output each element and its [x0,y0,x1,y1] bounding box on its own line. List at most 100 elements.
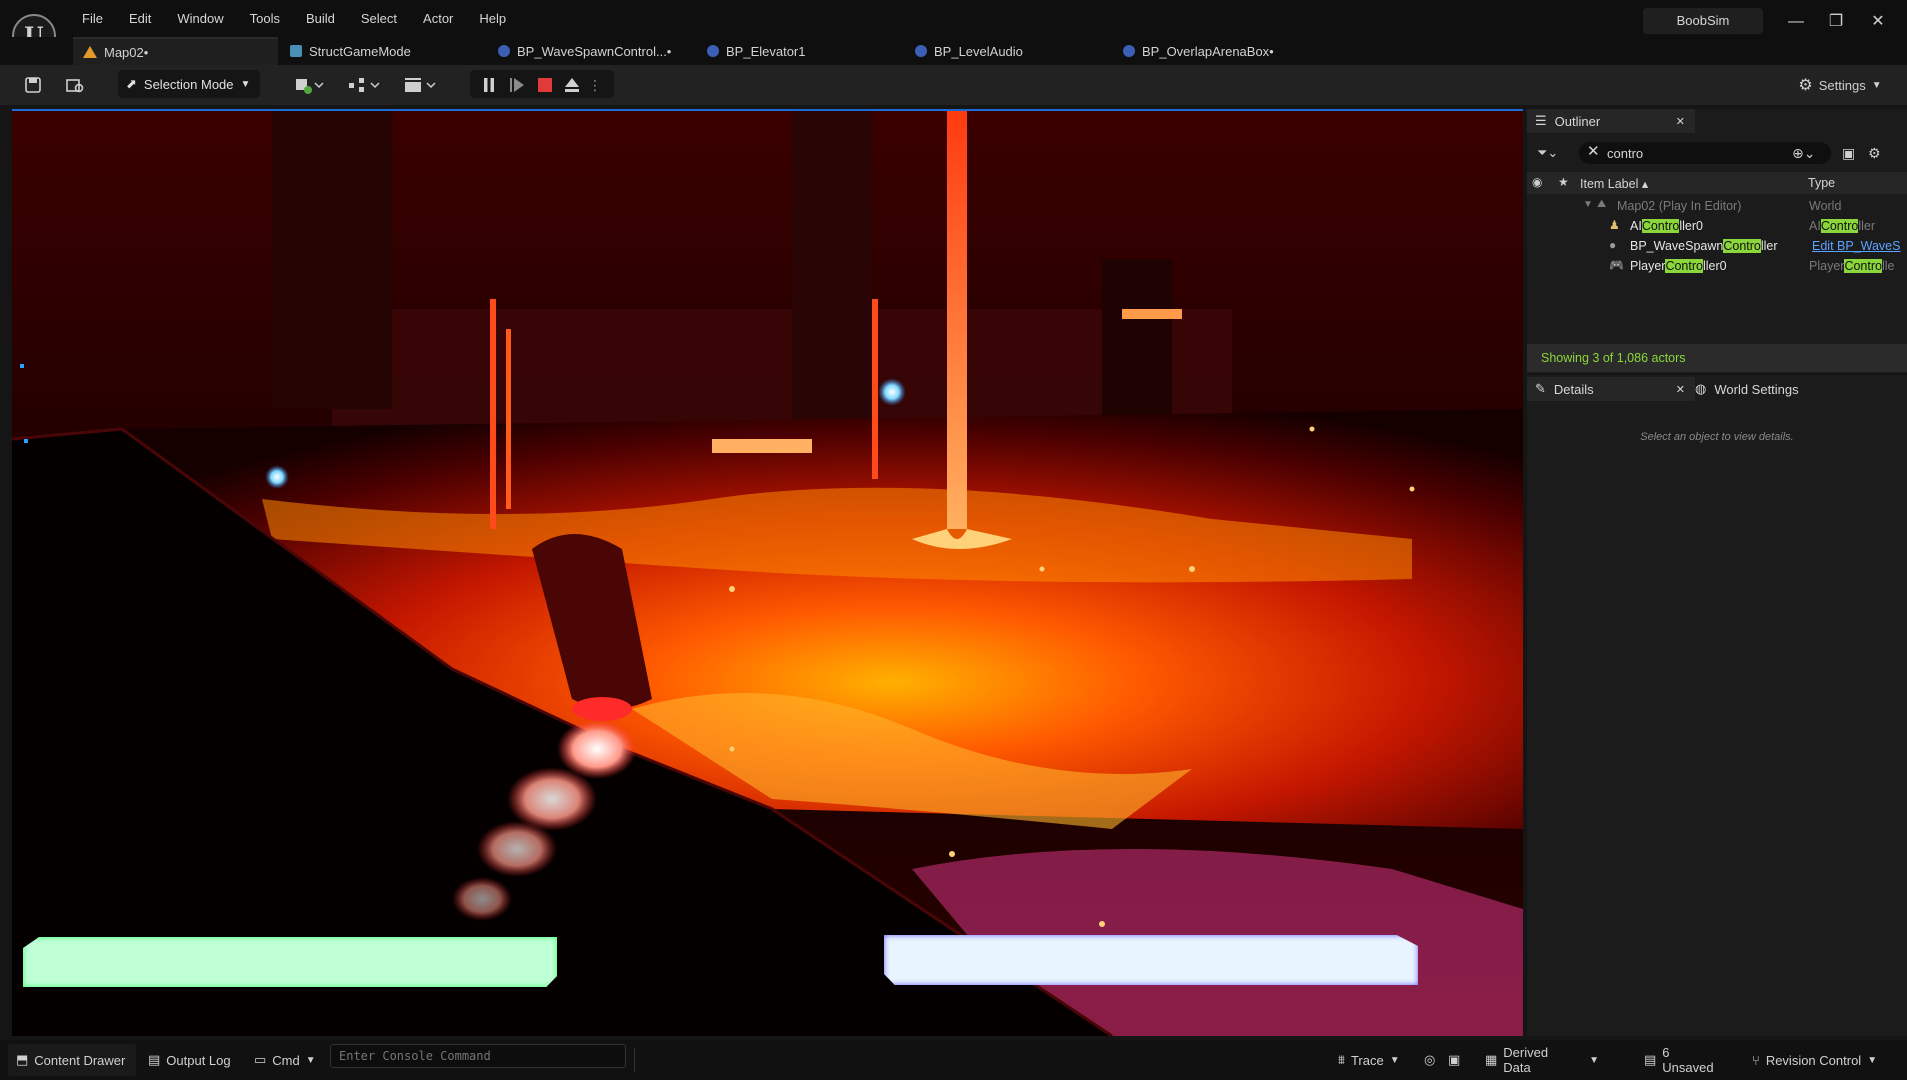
outliner-status-text: Showing 3 of 1,086 actors [1527,344,1907,372]
settings-button[interactable]: ⚙ Settings ▼ [1792,72,1888,98]
type-pre: AI [1809,219,1821,233]
output-log-label: Output Log [166,1052,231,1068]
branch-icon: ⑂ [1752,1052,1760,1068]
label-pre: AI [1630,219,1642,233]
stop-icon[interactable] [534,72,556,98]
trace-dropdown[interactable]: ⩩ Trace ▼ [1330,1044,1414,1076]
menu-actor[interactable]: Actor [415,8,461,29]
console-command-input[interactable] [330,1044,626,1068]
blueprint-icon [915,45,927,57]
save-icon[interactable] [20,72,46,98]
list-icon: ☰ [1535,113,1547,128]
clear-search-icon[interactable]: ✕ [1587,142,1600,160]
edit-blueprint-link[interactable]: Edit BP_WaveS [1812,239,1904,253]
cursor-icon: ⬈ [126,76,137,91]
content-drawer-label: Content Drawer [34,1052,126,1068]
label-pre: BP_WaveSpawn [1630,239,1724,253]
item-label: AIController0 [1630,219,1703,233]
tab-map02[interactable]: Map02• [73,37,278,65]
outliner-tab-label: Outliner [1554,113,1601,129]
tab-bp-elevator1[interactable]: BP_Elevator1 [697,37,902,65]
content-drawer-button[interactable]: ⬒ Content Drawer [8,1044,136,1076]
actor-icon: ● [1609,238,1617,252]
selection-mode-dropdown[interactable]: ⬈ Selection Mode ▼ [118,70,260,98]
tab-bp-overlaparenabox[interactable]: BP_OverlapArenaBox• [1113,37,1318,65]
gamepad-icon: 🎮 [1609,258,1624,272]
chevron-down-icon: ▼ [305,1054,316,1066]
record-icon[interactable]: ◎ [1416,1044,1442,1076]
tab-world-settings[interactable]: ◍ World Settings [1687,377,1845,401]
item-type: AIController [1809,219,1875,233]
add-actor-button[interactable] [290,72,328,98]
cmd-dropdown[interactable]: ▭ Cmd ▼ [246,1044,322,1076]
expand-arrow-icon[interactable]: ▼ [1583,199,1593,210]
column-label-text: Item Label [1580,177,1639,191]
advance-frame-icon[interactable] [506,72,528,98]
gear-icon[interactable]: ⚙ [1868,142,1888,164]
tab-outliner[interactable]: ☰ Outliner ✕ [1527,109,1695,133]
new-folder-icon[interactable]: ▣ [1842,142,1862,164]
browse-content-icon[interactable] [62,72,88,98]
revision-control-dropdown[interactable]: ⑂ Revision Control ▼ [1744,1044,1894,1076]
close-icon[interactable]: ✕ [1676,115,1685,128]
tab-details[interactable]: ✎ Details ✕ [1527,377,1695,401]
eject-icon[interactable] [561,72,583,98]
menu-build[interactable]: Build [298,8,343,29]
tab-bp-wavespawncontroller[interactable]: BP_WaveSpawnControl...• [488,37,693,65]
item-label: BP_WaveSpawnController [1630,239,1778,253]
close-icon[interactable]: ✕ [1676,383,1685,396]
log-icon: ▤ [148,1052,161,1067]
menu-tools[interactable]: Tools [242,8,288,29]
drawer-icon: ⬒ [16,1052,29,1067]
visibility-eye-icon[interactable]: ◉ [1532,175,1542,189]
lava-scene [12,109,1523,1036]
close-window-button[interactable]: ✕ [1858,8,1898,36]
filter-icon[interactable]: ⏷⌄ [1537,142,1571,164]
details-empty-message: Select an object to view details. [1640,431,1794,443]
minimize-button[interactable]: — [1776,8,1816,36]
column-item-label[interactable]: Item Label ▴ [1580,176,1648,191]
derived-data-dropdown[interactable]: ▦ Derived Data ▼ [1477,1044,1607,1076]
menu-help[interactable]: Help [471,8,514,29]
output-log-button[interactable]: ▤ Output Log [140,1044,240,1076]
level-viewport[interactable] [12,109,1523,1036]
star-icon[interactable]: ★ [1558,175,1569,189]
menu-file[interactable]: File [74,8,111,29]
tab-structgamemode[interactable]: StructGameMode [280,37,485,65]
outliner-world-row[interactable]: ▼ ⛰ Map02 (Play In Editor) World [1527,197,1907,217]
main-toolbar [0,65,1907,105]
globe-icon: ◍ [1695,381,1707,396]
tab-bp-levelaudio[interactable]: BP_LevelAudio [905,37,1110,65]
menu-select[interactable]: Select [353,8,405,29]
column-type[interactable]: Type [1808,176,1835,190]
maximize-button[interactable]: ❐ [1816,8,1856,36]
outliner-row-wavespawncontroller[interactable]: ● BP_WaveSpawnController Edit BP_WaveS [1527,237,1907,257]
unsaved-label: 6 Unsaved [1662,1045,1714,1075]
outliner-row-playercontroller[interactable]: 🎮 PlayerController0 PlayerControlle [1527,257,1907,277]
menu-edit[interactable]: Edit [121,8,159,29]
screenshot-icon[interactable]: ▣ [1440,1044,1466,1076]
cinematics-button[interactable] [400,72,440,98]
divider [634,1048,635,1072]
add-filter-icon[interactable]: ⊕⌄ [1792,142,1822,164]
tab-label: Map02• [104,44,149,60]
unsaved-button[interactable]: ▤ 6 Unsaved [1636,1044,1728,1076]
terminal-icon: ▭ [254,1052,267,1067]
type-pre: Player [1809,259,1845,273]
chevron-down-icon: ▼ [1867,1054,1878,1066]
tab-label: BP_LevelAudio [934,43,1023,59]
search-match: Contro [1723,239,1761,253]
label-post: ller [1760,239,1778,253]
gamemode-icon [290,45,302,57]
label-post: ller0 [1679,219,1703,233]
blueprint-menu-button[interactable] [344,72,384,98]
search-match: Contro [1820,219,1859,233]
pause-icon[interactable] [478,72,500,98]
more-options-icon[interactable]: ⋮ [588,72,602,98]
menu-bar: File Edit Window Tools Build Select Acto… [74,8,524,29]
project-name-badge: BoobSim [1643,8,1763,34]
unsaved-icon: ▤ [1644,1052,1657,1067]
menu-window[interactable]: Window [169,8,231,29]
outliner-row-aicontroller[interactable]: ♟ AIController0 AIController [1527,217,1907,237]
map-icon [83,46,97,58]
